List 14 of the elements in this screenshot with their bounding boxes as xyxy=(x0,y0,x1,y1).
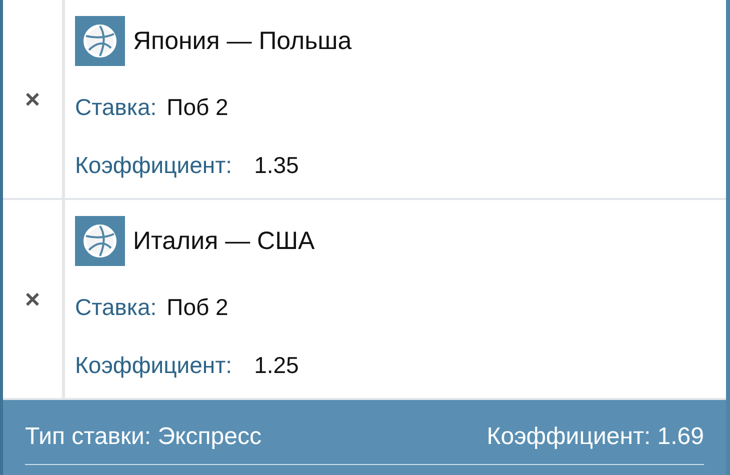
odds-value: 1.35 xyxy=(254,152,299,178)
total-odds: Коэффициент: 1.69 xyxy=(486,423,704,452)
odds-value: 1.25 xyxy=(254,352,299,378)
bet-value: Поб 2 xyxy=(166,294,228,320)
remove-button[interactable]: × xyxy=(3,200,65,398)
odds-label: Коэффициент: xyxy=(75,152,232,178)
match-title: Япония — Польша xyxy=(133,26,352,56)
bet-value: Поб 2 xyxy=(166,94,228,120)
bet-label: Ставка: xyxy=(75,294,157,320)
remove-button[interactable]: × xyxy=(3,0,65,198)
match-title: Италия — США xyxy=(133,226,315,256)
odds-label: Коэффициент: xyxy=(75,352,232,378)
bet-type: Тип ставки: Экспресс xyxy=(25,423,262,452)
bet-label: Ставка: xyxy=(75,94,157,120)
